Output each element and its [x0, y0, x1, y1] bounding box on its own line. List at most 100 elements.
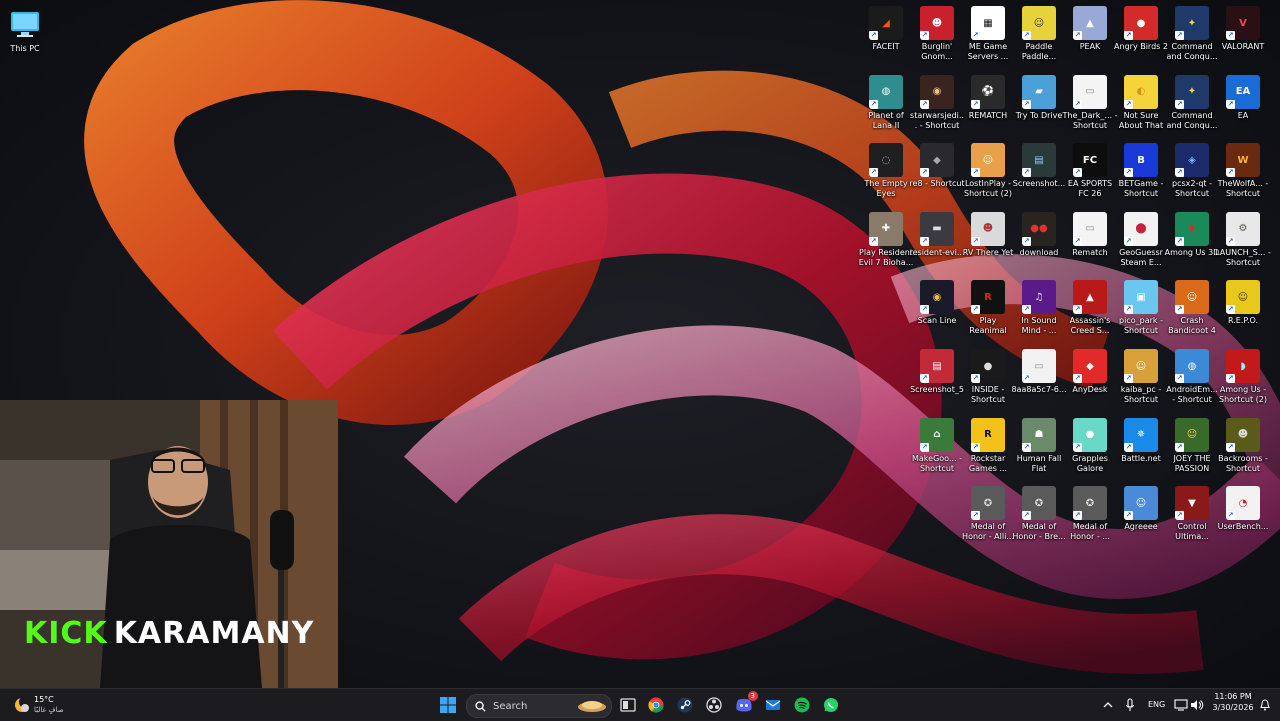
shortcut-arrow-icon: ↗	[971, 31, 980, 40]
desktop-shortcut[interactable]: ✦ ↗ Command and Conqu...	[1167, 74, 1217, 131]
desktop-shortcut-label: FACEIT	[872, 42, 900, 51]
desktop-shortcut[interactable]: ▰ ↗ Try To Drive	[1014, 74, 1064, 121]
app-icon: ●● ↗	[1022, 211, 1056, 246]
shortcut-arrow-icon: ↗	[1022, 99, 1031, 109]
desktop-shortcut[interactable]: ◗ ↗ Among Us 3D	[1165, 211, 1219, 258]
desktop-shortcut[interactable]: ☺ ↗ R.E.P.O.	[1218, 280, 1268, 326]
taskbar-search[interactable]: Search	[466, 694, 612, 718]
desktop-shortcut-label: kaiba_pc - Shortcut	[1120, 385, 1162, 404]
whatsapp-button[interactable]	[819, 693, 843, 717]
desktop-shortcut[interactable]: ● ↗ INSIDE - Shortcut	[963, 349, 1013, 405]
shortcut-arrow-icon: ↗	[920, 374, 929, 383]
desktop-shortcut[interactable]: ◆ ↗ AnyDesk	[1065, 349, 1115, 395]
notifications-button[interactable]	[1256, 693, 1274, 717]
desktop-shortcut[interactable]: ✪ ↗ Medal of Honor - Alli...	[962, 486, 1014, 542]
search-highlight-icon	[578, 701, 606, 712]
desktop-shortcut[interactable]: ● ↗ Angry Birds 2	[1114, 6, 1168, 52]
shortcut-arrow-icon: ↗	[1073, 511, 1082, 521]
desktop-shortcut[interactable]: ☻ ↗ Backrooms - Shortcut	[1218, 417, 1268, 474]
start-button[interactable]	[436, 693, 460, 717]
desktop-shortcut[interactable]: ☺ ↗ LostInPlay - Shortcut (2)	[963, 143, 1013, 199]
desktop-shortcut-label: Screenshot_5	[910, 385, 964, 394]
desktop-shortcut-label: Agreeee	[1124, 522, 1158, 532]
weather-widget[interactable]	[10, 693, 34, 717]
spotify-button[interactable]	[790, 693, 814, 717]
desktop-shortcut[interactable]: ● ↗ Grapples Galore	[1065, 417, 1115, 474]
desktop-shortcut[interactable]: ☺ ↗ Agreeee	[1116, 486, 1166, 532]
desktop-shortcut[interactable]: ◢ ↗ FACEIT	[861, 6, 911, 52]
desktop-shortcut[interactable]: ▬ ↗ resident-evi...	[909, 211, 965, 258]
shortcut-arrow-icon: ↗	[1226, 305, 1235, 315]
volume-button[interactable]	[1188, 693, 1206, 717]
desktop-shortcut[interactable]: ▦ ↗ ME Game Servers ...	[963, 6, 1013, 62]
desktop-shortcut[interactable]: ◐ ↗ Not Sure About That	[1116, 74, 1166, 131]
desktop-shortcut[interactable]: ▭ ↗ Rematch	[1065, 211, 1115, 258]
desktop-shortcut[interactable]: ⬤ ↗ GeoGuessr Steam E...	[1116, 211, 1166, 268]
desktop-shortcut[interactable]: ✦ ↗ Command and Conqu...	[1167, 6, 1217, 62]
this-pc-shortcut[interactable]: This PC	[0, 8, 50, 54]
obs-button[interactable]	[702, 693, 726, 717]
search-icon	[475, 700, 486, 712]
desktop-shortcut[interactable]: R ↗ Rockstar Games ...	[963, 417, 1013, 474]
desktop-shortcut[interactable]: ▲ ↗ Assassin's Creed S...	[1065, 280, 1115, 336]
task-view-button[interactable]	[616, 693, 640, 717]
desktop-shortcut[interactable]: ✚ ↗ Play Resident Evil 7 Bioha...	[859, 211, 913, 268]
app-icon: ⚽ ↗	[971, 74, 1005, 109]
desktop-shortcut[interactable]: ▼ ↗ Control Ultima...	[1167, 486, 1217, 542]
brand-kick: KICK	[24, 616, 108, 651]
desktop-shortcut[interactable]: ◔ ↗ UserBench...	[1218, 486, 1268, 532]
app-icon: ◐ ↗	[1124, 74, 1158, 109]
desktop-shortcut[interactable]: ▲ ↗ PEAK	[1065, 6, 1115, 52]
desktop-shortcut[interactable]: EA ↗ EA	[1218, 74, 1268, 121]
app-icon: ⚙ ↗	[1226, 211, 1260, 246]
mail-button[interactable]	[761, 693, 785, 717]
clock[interactable]: 11:06 PM 3/30/2026	[1208, 692, 1258, 712]
desktop-shortcut[interactable]: FC ↗ EA SPORTS FC 26	[1065, 143, 1115, 199]
shortcut-arrow-icon: ↗	[1124, 236, 1133, 246]
desktop-shortcut[interactable]: ✪ ↗ Medal of Honor - Bre...	[1012, 486, 1066, 542]
desktop-shortcut[interactable]: ◍ ↗ AndroidEm... - Shortcut	[1166, 349, 1218, 405]
shortcut-arrow-icon: ↗	[869, 168, 878, 178]
desktop-shortcut[interactable]: ✪ ↗ Medal of Honor - ...	[1065, 486, 1115, 542]
microphone-button[interactable]	[1120, 693, 1140, 717]
desktop-shortcut[interactable]: ⚙ ↗ LAUNCH_S... - Shortcut	[1215, 211, 1271, 268]
desktop-shortcut[interactable]: ♫ ↗ In Sound Mind - ...	[1014, 280, 1064, 336]
chrome-button[interactable]	[644, 693, 668, 717]
desktop-shortcut[interactable]: ●● ↗ download	[1014, 211, 1064, 258]
desktop-shortcut[interactable]: ☗ ↗ Human Fall Flat	[1014, 417, 1064, 474]
desktop-shortcut[interactable]: ☺ ↗ JOEY THE PASSION	[1167, 417, 1217, 474]
tray-overflow-button[interactable]	[1098, 693, 1118, 717]
desktop-shortcut[interactable]: ⚽ ↗ REMATCH	[963, 74, 1013, 121]
desktop-shortcut[interactable]: W ↗ TheWolfA... - Shortcut	[1218, 143, 1268, 199]
desktop-shortcut[interactable]: ◉ ↗ Scan Line	[912, 280, 962, 326]
desktop-shortcut[interactable]: R ↗ Play Reanimal	[963, 280, 1013, 336]
desktop-shortcut[interactable]: V ↗ VALORANT	[1218, 6, 1268, 52]
desktop-shortcut[interactable]: ⌂ ↗ MakeGoo... - Shortcut	[912, 417, 962, 474]
desktop-shortcut[interactable]: ◍ ↗ Planet of Lana II	[861, 74, 911, 131]
desktop-shortcut[interactable]: ☺ ↗ Crash Bandicoot 4	[1167, 280, 1217, 336]
discord-button[interactable]: 3	[732, 691, 758, 717]
shortcut-arrow-icon: ↗	[1073, 99, 1082, 109]
steam-button[interactable]	[673, 693, 697, 717]
desktop-shortcut[interactable]: ✵ ↗ Battle.net	[1116, 417, 1166, 464]
desktop-shortcut-label: REMATCH	[968, 110, 1008, 120]
desktop-shortcut[interactable]: ◈ ↗ pcsx2-qt - Shortcut	[1167, 143, 1217, 199]
desktop-shortcut[interactable]: ☺ ↗ kaiba_pc - Shortcut	[1116, 349, 1166, 405]
desktop-shortcut[interactable]: ◉ ↗ starwarsjedi... - Shortcut	[910, 74, 964, 131]
desktop-shortcut[interactable]: ☻ ↗ RV There Yet	[963, 211, 1013, 258]
desktop-shortcut[interactable]: ◌ ↗ The Empty Eyes	[861, 143, 911, 199]
desktop-shortcut[interactable]: ◗ ↗ Among Us - Shortcut (2)	[1218, 349, 1268, 405]
desktop-shortcut-label: Rematch	[1072, 247, 1108, 257]
desktop-shortcut[interactable]: B ↗ BETGame - Shortcut	[1116, 143, 1166, 199]
desktop-shortcut[interactable]: ▤ ↗ Screenshot...	[1013, 143, 1065, 189]
desktop-shortcut[interactable]: ☺ ↗ Paddle Paddle...	[1014, 6, 1064, 62]
desktop-shortcut[interactable]: ▣ ↗ pico_park - Shortcut	[1116, 280, 1166, 336]
app-icon: ▰ ↗	[1022, 74, 1056, 109]
language-indicator[interactable]: ENG	[1148, 700, 1165, 709]
desktop-shortcut[interactable]: ☻ ↗ Burglin' Gnom...	[912, 6, 962, 62]
desktop-shortcut[interactable]: ▤ ↗ Screenshot_5	[910, 349, 964, 395]
desktop-shortcut[interactable]: ▭ ↗ 8aa8a5c7-6...	[1011, 349, 1067, 395]
desktop-shortcut-label: Scan Line	[917, 316, 957, 326]
desktop-shortcut[interactable]: ◆ ↗ re8 - Shortcut	[909, 143, 965, 189]
desktop-shortcut[interactable]: ▭ ↗ The_Dark_... - Shortcut	[1063, 74, 1117, 131]
